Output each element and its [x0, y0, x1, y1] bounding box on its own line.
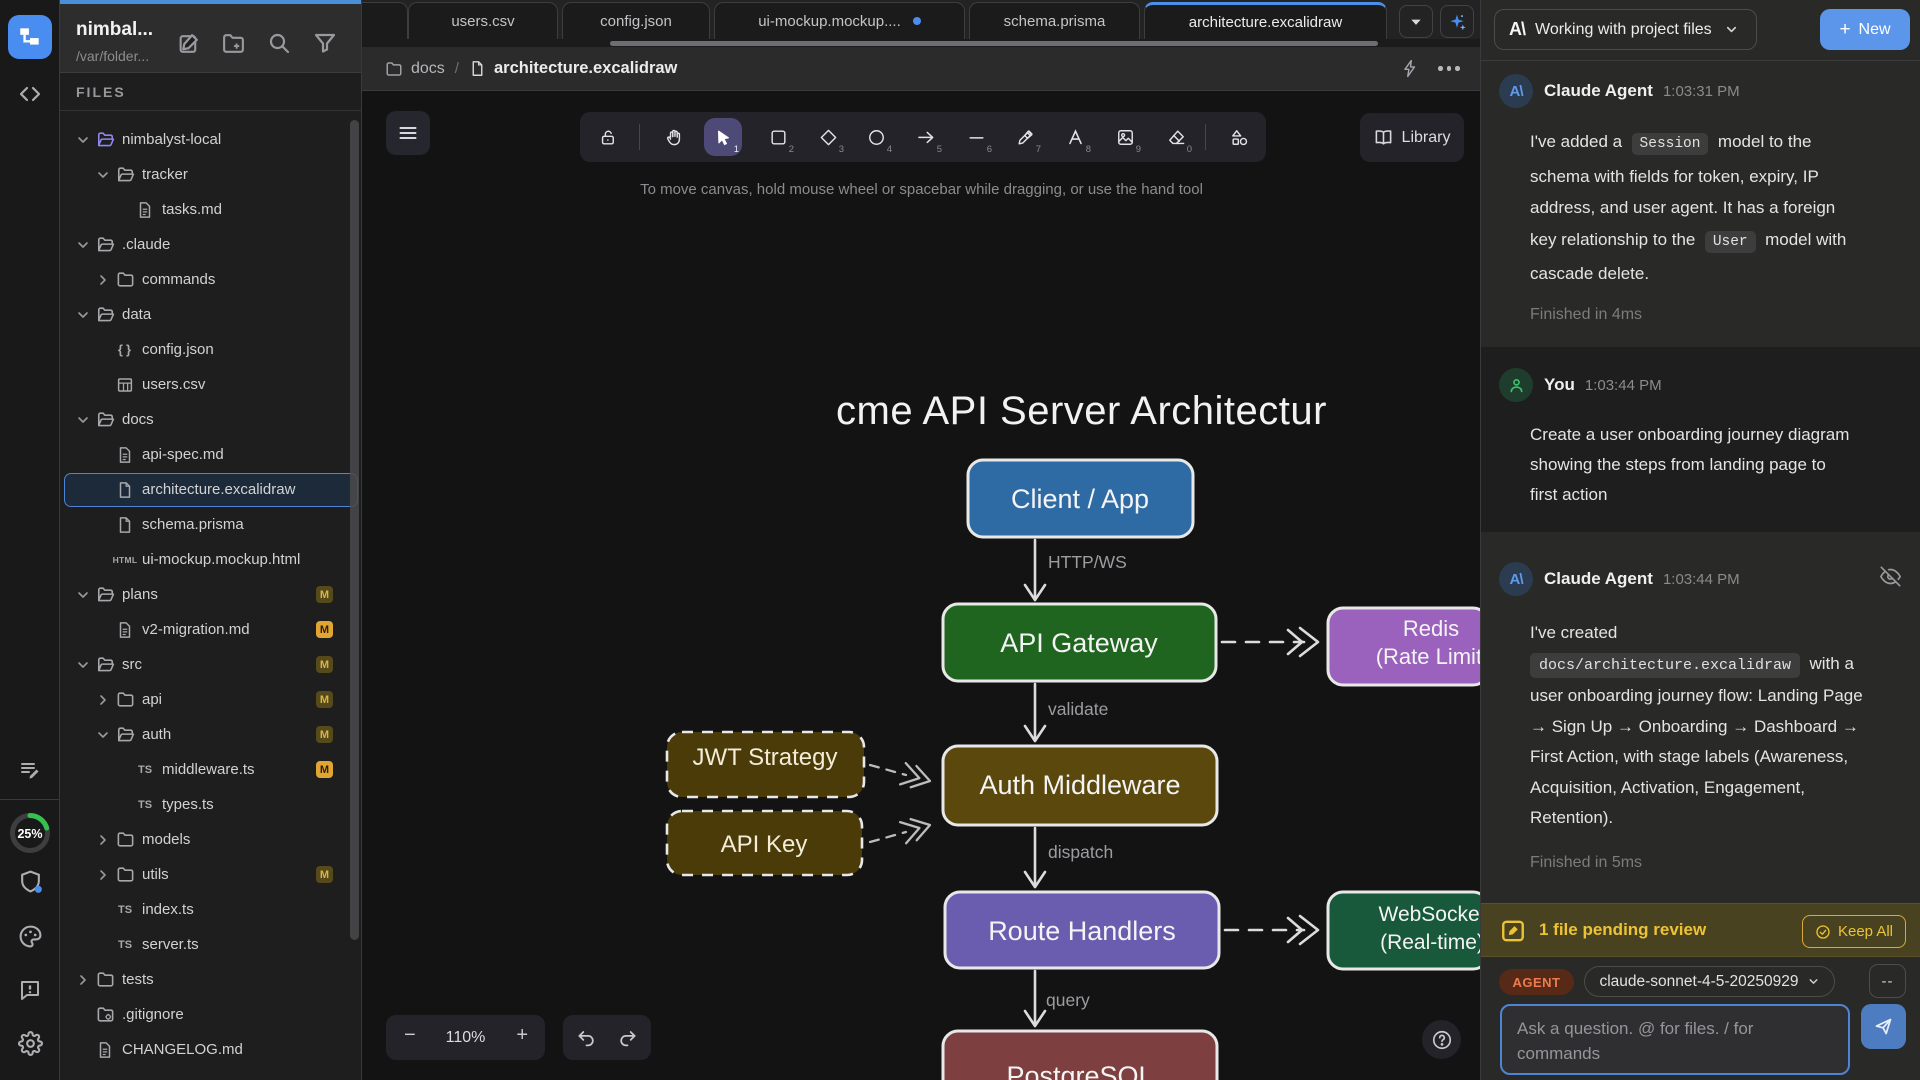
svg-text:(Real-time): (Real-time): [1380, 931, 1481, 954]
svg-text:Route Handlers: Route Handlers: [988, 916, 1176, 946]
svg-text:Auth Middleware: Auth Middleware: [979, 770, 1180, 800]
svg-text:Client / App: Client / App: [1011, 484, 1149, 514]
svg-text:WebSocket: WebSocket: [1379, 903, 1482, 926]
svg-text:JWT Strategy: JWT Strategy: [693, 744, 838, 771]
svg-text:(Rate Limite: (Rate Limite: [1376, 644, 1481, 669]
svg-text:Redis: Redis: [1403, 616, 1459, 641]
svg-text:dispatch: dispatch: [1048, 842, 1113, 862]
svg-text:HTTP/WS: HTTP/WS: [1048, 552, 1127, 572]
svg-text:API Gateway: API Gateway: [1000, 628, 1158, 658]
svg-text:validate: validate: [1048, 699, 1108, 719]
svg-text:API Key: API Key: [721, 831, 808, 858]
svg-text:25%: 25%: [17, 827, 42, 841]
svg-text:PostgreSQL: PostgreSQL: [1006, 1061, 1153, 1080]
svg-text:cme API Server Architectur: cme API Server Architectur: [836, 389, 1327, 433]
svg-text:query: query: [1046, 990, 1090, 1010]
